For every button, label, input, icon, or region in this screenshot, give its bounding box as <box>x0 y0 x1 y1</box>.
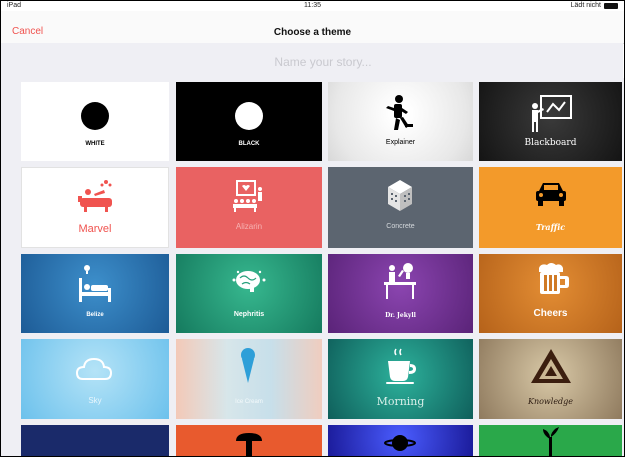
theme-tile-sky[interactable]: Sky <box>21 339 169 419</box>
theme-tile-row5-1[interactable] <box>21 425 169 456</box>
triangle-icon <box>531 349 571 383</box>
theme-tile-black[interactable]: BLACK <box>176 82 322 161</box>
lab-desk-icon <box>384 263 416 299</box>
theme-label: Sky <box>88 396 102 405</box>
presentation-icon <box>233 180 262 212</box>
battery-status: Lädt nicht <box>571 2 618 9</box>
bathtub-icon <box>78 180 112 212</box>
cup-icon <box>236 433 262 456</box>
theme-label: Nephritis <box>233 311 265 318</box>
theme-tile-alizarin[interactable]: Alizarin <box>176 167 322 248</box>
theme-label: Belize <box>86 312 104 318</box>
theme-tile-morning[interactable]: Morning <box>328 339 473 419</box>
story-name-bar <box>19 43 624 80</box>
theme-label: Marvel <box>78 223 112 235</box>
story-name-input[interactable] <box>19 43 624 80</box>
cloud-icon <box>75 357 113 380</box>
teacher-board-icon <box>532 95 572 132</box>
car-icon <box>536 183 566 206</box>
status-time: 11:35 <box>304 2 321 9</box>
theme-tile-cheers[interactable]: Cheers <box>479 254 622 333</box>
theme-label: Knowledge <box>527 397 574 406</box>
theme-tile-blackboard[interactable]: Blackboard <box>479 82 622 161</box>
theme-label: Traffic <box>535 222 566 232</box>
brain-icon <box>232 270 266 292</box>
theme-tile-white[interactable]: WHITE <box>21 82 169 161</box>
theme-tile-dr-jekyll[interactable]: Dr. Jekyll <box>328 254 473 333</box>
theme-label: WHITE <box>85 141 105 147</box>
theme-label: Alizarin <box>235 222 263 231</box>
theme-tile-row5-3[interactable] <box>328 425 473 456</box>
theme-tile-ice-cream[interactable]: Ice Cream <box>176 339 322 419</box>
theme-label: Cheers <box>533 308 568 319</box>
page-title: Choose a theme <box>273 27 352 38</box>
explainer-figure-icon <box>386 95 413 130</box>
battery-text: Lädt nicht <box>570 2 601 9</box>
theme-tile-belize[interactable]: Belize <box>21 254 169 333</box>
theme-grid: WHITE BLACK Explainer Blackboard Marvel … <box>19 78 624 456</box>
app-frame: iPad 11:35 Lädt nicht Cancel Choose a th… <box>0 0 625 457</box>
theme-label: BLACK <box>238 141 260 147</box>
bed-idea-icon <box>79 265 111 302</box>
status-bar: iPad 11:35 Lädt nicht <box>1 1 624 11</box>
theme-label: Concrete <box>386 223 415 230</box>
theme-tile-concrete[interactable]: Concrete <box>328 167 473 248</box>
theme-tile-nephritis[interactable]: Nephritis <box>176 254 322 333</box>
planet-icon <box>384 435 416 451</box>
plant-icon <box>543 427 559 456</box>
theme-tile-explainer[interactable]: Explainer <box>328 82 473 161</box>
battery-icon <box>604 2 618 9</box>
circle-icon <box>235 102 263 130</box>
ice-cream-icon <box>241 348 255 383</box>
left-gutter <box>1 43 19 456</box>
theme-label: Dr. Jekyll <box>385 312 416 319</box>
theme-tile-row5-4[interactable] <box>479 425 622 456</box>
theme-tile-traffic[interactable]: Traffic <box>479 167 622 248</box>
theme-label: Ice Cream <box>235 399 263 405</box>
theme-tile-marvel[interactable]: Marvel <box>21 167 169 248</box>
theme-tile-knowledge[interactable]: Knowledge <box>479 339 622 419</box>
beer-mug-icon <box>539 263 569 294</box>
building-icon <box>388 180 412 211</box>
theme-tile-row5-2[interactable] <box>176 425 322 456</box>
theme-label: Blackboard <box>524 138 577 148</box>
theme-label: Explainer <box>385 139 416 146</box>
circle-icon <box>81 102 109 130</box>
theme-label: Morning <box>376 395 425 408</box>
nav-bar: Cancel Choose a theme <box>1 11 624 44</box>
